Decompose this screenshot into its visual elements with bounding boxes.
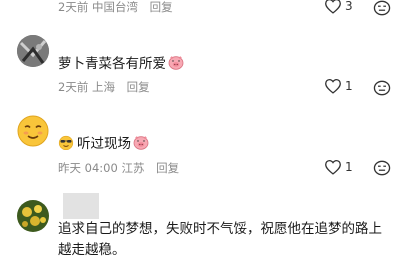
cool-face-icon	[58, 135, 74, 150]
pig-face-icon	[133, 136, 149, 150]
reply-button[interactable]: 回复	[150, 0, 173, 14]
comment-location: 上海	[91, 80, 115, 94]
comment-time: 2天前	[58, 80, 89, 94]
like-count: 1	[345, 79, 353, 93]
like-button[interactable]: 3	[324, 0, 353, 14]
flower-avatar-image	[17, 200, 49, 232]
comment-meta: 2天前 上海 回复	[58, 79, 150, 95]
comment-text-content: 听过现场	[77, 136, 131, 152]
reply-button[interactable]: 回复	[156, 161, 179, 175]
like-count: 1	[345, 160, 353, 174]
comment-time: 2天前	[58, 0, 89, 14]
comment-location: 江苏	[121, 161, 145, 175]
username-placeholder	[63, 193, 99, 219]
dislike-icon[interactable]	[373, 0, 391, 16]
comment-text-content: 萝卜青菜各有所爱	[58, 56, 166, 72]
heart-icon	[325, 78, 341, 94]
avatar-image	[17, 35, 49, 67]
pig-face-icon	[168, 56, 184, 70]
comment-location: 中国台湾	[91, 0, 138, 14]
comment-text: 萝卜青菜各有所爱	[58, 54, 184, 75]
dislike-icon[interactable]	[373, 160, 391, 176]
comment-time: 昨天 04:00	[58, 161, 118, 175]
heart-icon	[325, 0, 341, 14]
like-count: 3	[345, 0, 353, 13]
smiley-avatar-icon	[17, 115, 49, 147]
avatar[interactable]	[17, 200, 49, 232]
avatar[interactable]	[17, 115, 49, 147]
reply-button[interactable]: 回复	[127, 80, 150, 94]
comment-meta: 昨天 04:00 江苏 回复	[58, 160, 179, 176]
comment-text: 听过现场	[58, 134, 149, 155]
comment-text: 追求自己的梦想，失败时不气馁，祝愿他在追梦的路上越走越稳。	[58, 221, 382, 258]
like-button[interactable]: 1	[324, 159, 353, 175]
comment-meta: 2天前 中国台湾 回复	[58, 0, 173, 15]
avatar[interactable]	[17, 35, 49, 67]
dislike-icon[interactable]	[373, 80, 391, 96]
heart-icon	[325, 159, 341, 175]
like-button[interactable]: 1	[324, 78, 353, 94]
